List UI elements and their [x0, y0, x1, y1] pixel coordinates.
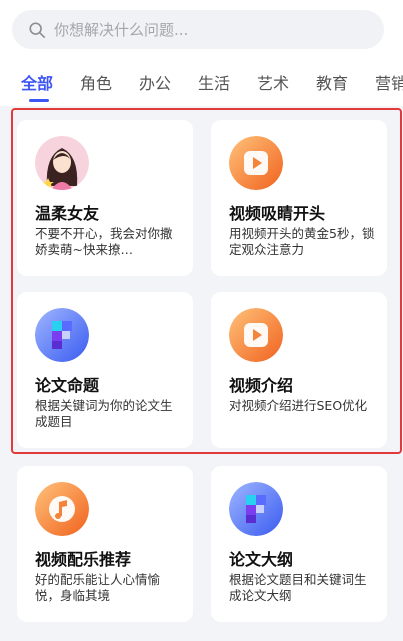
card-title: 视频吸睛开头	[229, 204, 326, 223]
card-description: 好的配乐能让人心情愉悦，身临其境	[35, 572, 161, 603]
card-description: 不要不开心，我会对你撒娇卖萌~快来撩…	[35, 226, 173, 257]
tab-art[interactable]: 艺术	[257, 70, 289, 94]
video-play-icon	[229, 308, 283, 362]
card-video-music[interactable]: 视频配乐推荐 好的配乐能让人心情愉悦，身临其境	[17, 466, 193, 622]
video-play-icon	[229, 136, 283, 190]
card-description: 对视频介绍进行SEO优化	[229, 398, 368, 413]
card-video-hook[interactable]: 视频吸睛开头 用视频开头的黄金5秒，锁定观众注意力	[211, 120, 387, 276]
search-icon	[29, 21, 46, 38]
tab-office[interactable]: 办公	[139, 70, 171, 94]
card-paper-topic[interactable]: 论文命题 根据关键词为你的论文生成题目	[17, 292, 193, 448]
girlfriend-avatar-icon	[35, 136, 89, 190]
card-paper-outline[interactable]: 论文大纲 根据论文题目和关键词生成论文大纲	[211, 466, 387, 622]
search-input[interactable]: 你想解决什么问题...	[54, 19, 188, 40]
paper-blocks-icon	[229, 482, 283, 536]
card-title: 温柔女友	[35, 204, 100, 223]
card-description: 根据论文题目和关键词生成论文大纲	[229, 572, 367, 603]
card-grid: 温柔女友 不要不开心，我会对你撒娇卖萌~快来撩… 视频吸睛开头 用视频开头的黄金…	[0, 106, 403, 641]
active-tab-indicator	[29, 99, 49, 102]
card-title: 视频配乐推荐	[35, 550, 132, 569]
category-tabs: 全部 角色 办公 生活 艺术 教育 营销	[0, 58, 403, 106]
search-bar[interactable]: 你想解决什么问题...	[12, 10, 384, 49]
tab-life[interactable]: 生活	[198, 70, 230, 94]
card-title: 论文命题	[35, 376, 100, 395]
music-note-icon	[35, 482, 89, 536]
paper-blocks-icon	[35, 308, 89, 362]
tab-marketing[interactable]: 营销	[375, 70, 403, 94]
card-title: 视频介绍	[229, 376, 294, 395]
card-gentle-girlfriend[interactable]: 温柔女友 不要不开心，我会对你撒娇卖萌~快来撩…	[17, 120, 193, 276]
tab-role[interactable]: 角色	[80, 70, 112, 94]
card-title: 论文大纲	[229, 550, 294, 569]
tab-all[interactable]: 全部	[21, 70, 53, 94]
card-description: 根据关键词为你的论文生成题目	[35, 398, 173, 429]
card-video-intro[interactable]: 视频介绍 对视频介绍进行SEO优化	[211, 292, 387, 448]
tab-education[interactable]: 教育	[316, 70, 348, 94]
card-description: 用视频开头的黄金5秒，锁定观众注意力	[229, 226, 375, 257]
